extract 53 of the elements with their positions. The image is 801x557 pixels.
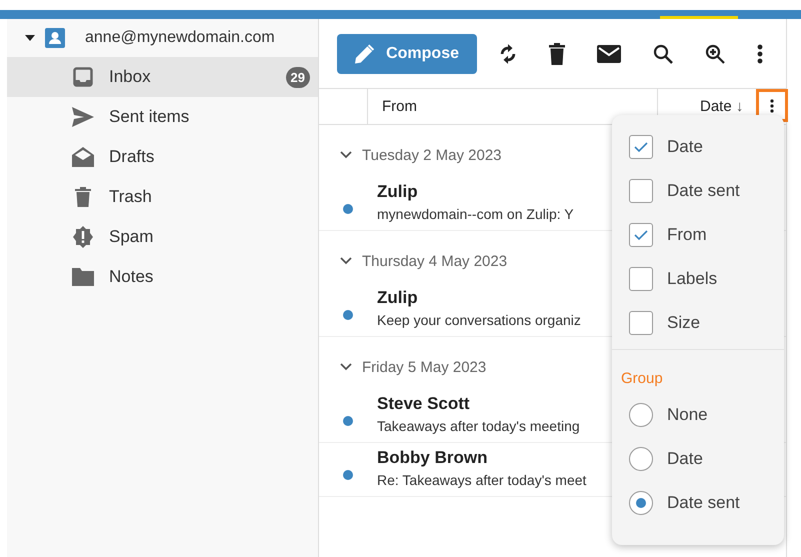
column-header[interactable]: Date ↓: [700, 98, 744, 115]
compose-button[interactable]: Compose: [337, 34, 477, 74]
checkbox[interactable]: [629, 179, 653, 203]
contact-icon: [45, 28, 65, 48]
message-sender: Zulip: [377, 288, 419, 308]
chevron-icon[interactable]: [340, 151, 352, 159]
open-envelope-icon: [72, 147, 94, 167]
folder-icon: [72, 268, 94, 286]
envelope-icon[interactable]: [597, 44, 621, 62]
tray-icon: [73, 67, 93, 87]
more-icon[interactable]: [757, 44, 763, 64]
group-title: Tuesday 2 May 2023: [362, 146, 502, 164]
checkbox[interactable]: [629, 311, 653, 335]
menu-item[interactable]: Date: [612, 125, 784, 169]
message-sender: Bobby Brown: [377, 448, 488, 468]
message-subject: Re: Takeaways after today's meet: [377, 472, 586, 488]
radio-button[interactable]: [629, 447, 653, 471]
message-sender: Steve Scott: [377, 394, 471, 414]
folder-item[interactable]: Drafts: [7, 137, 318, 177]
folder-item[interactable]: Inbox 29: [7, 57, 318, 97]
folder-item[interactable]: Sent items: [7, 97, 318, 137]
checkbox[interactable]: [629, 223, 653, 247]
caret-icon[interactable]: [25, 35, 35, 41]
chevron-icon[interactable]: [340, 257, 352, 265]
message-subject: Keep your conversations organiz: [377, 312, 581, 328]
group-title: Friday 5 May 2023: [362, 358, 486, 376]
send-icon: [72, 107, 94, 127]
folder-item[interactable]: Spam: [7, 217, 318, 257]
search-icon[interactable]: [653, 44, 673, 64]
trash-icon[interactable]: [549, 42, 565, 64]
message-sender: Zulip: [377, 182, 419, 202]
checkmark-icon: [634, 230, 648, 240]
chevron-icon[interactable]: [340, 363, 352, 371]
message-subject: mynewdomain--com on Zulip: Y: [377, 206, 574, 222]
warning-badge-icon: [72, 226, 94, 248]
zoom-in-icon[interactable]: [705, 44, 725, 64]
folder-item[interactable]: Notes: [7, 257, 318, 297]
folder-item[interactable]: Trash: [7, 177, 318, 217]
menu-item[interactable]: None: [612, 393, 784, 437]
more-icon: [770, 98, 774, 112]
message-subject: Takeaways after today's meeting: [377, 418, 580, 434]
checkmark-icon: [634, 142, 648, 152]
refresh-icon[interactable]: [499, 42, 517, 64]
group-title: Thursday 4 May 2023: [362, 252, 508, 270]
checkbox[interactable]: [629, 135, 653, 159]
unread-count: 29: [286, 66, 310, 88]
pencil-icon: [355, 44, 374, 64]
checkbox[interactable]: [629, 267, 653, 291]
radio-button[interactable]: [629, 403, 653, 427]
radio-button[interactable]: [629, 491, 653, 515]
account-email: anne@mynewdomain.com: [85, 29, 275, 47]
trash-icon: [75, 187, 91, 207]
section-title: Group: [620, 370, 664, 387]
